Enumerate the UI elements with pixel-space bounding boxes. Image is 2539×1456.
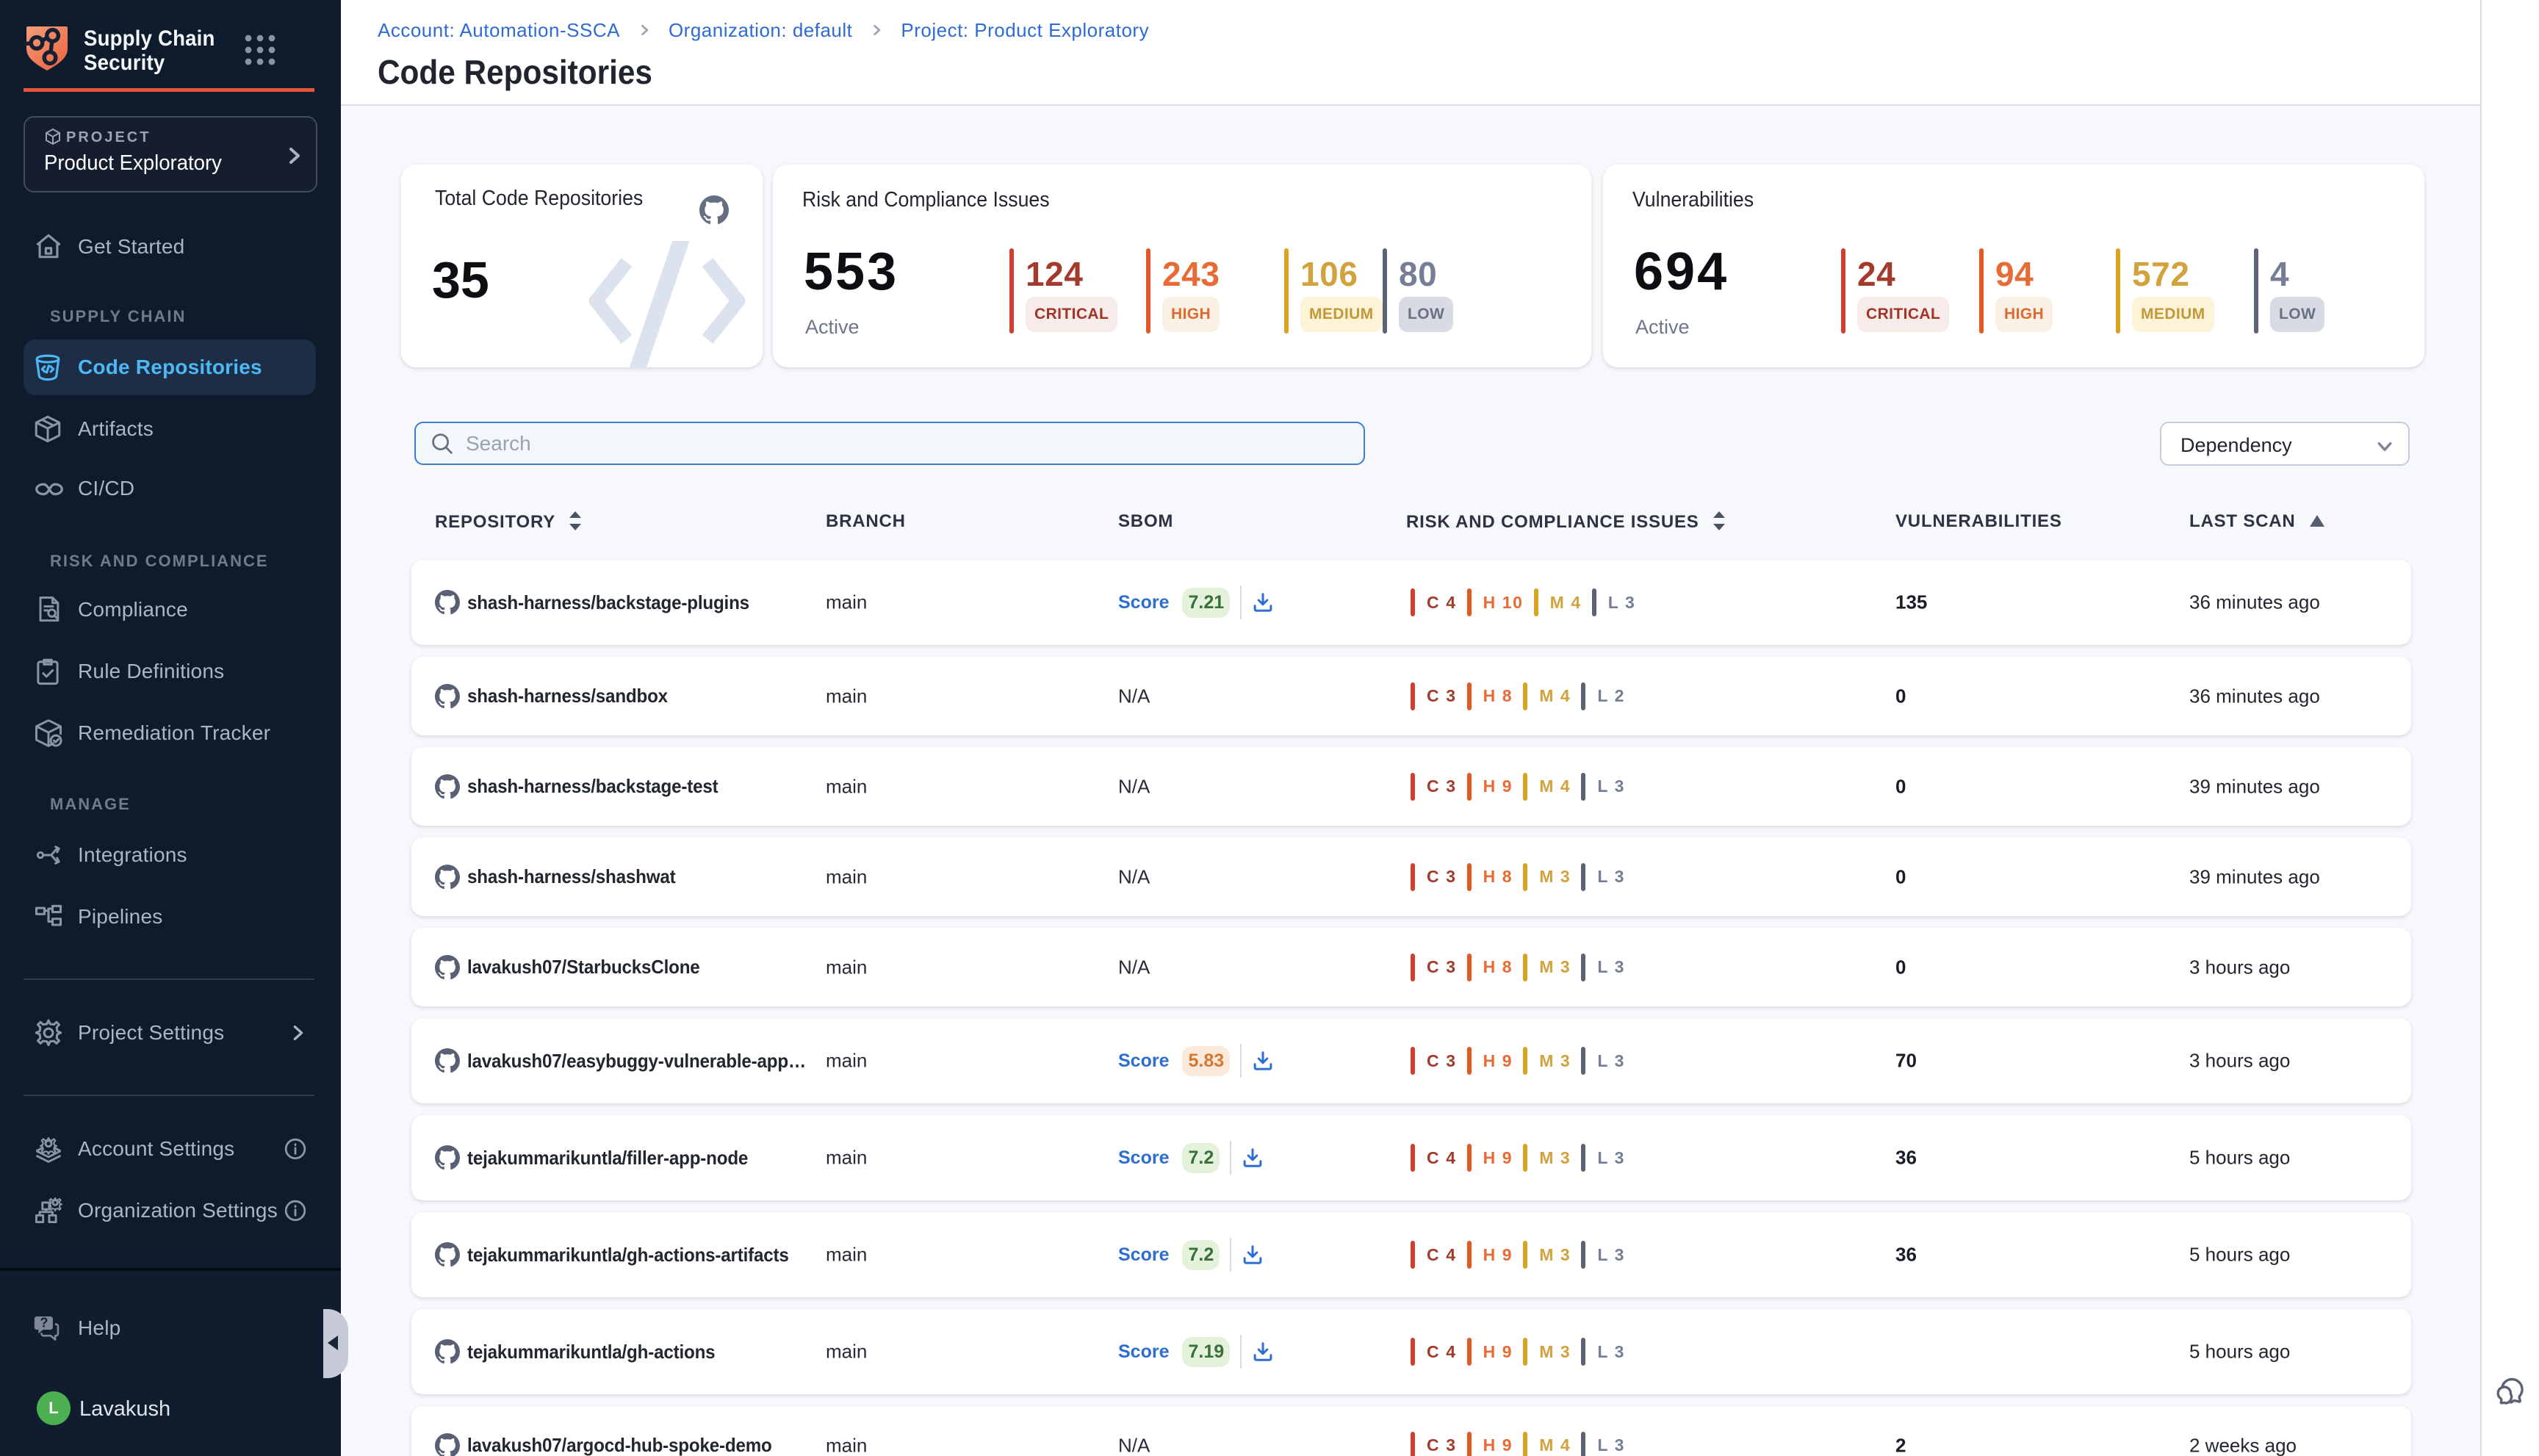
svg-text:?: ? bbox=[40, 1316, 48, 1330]
